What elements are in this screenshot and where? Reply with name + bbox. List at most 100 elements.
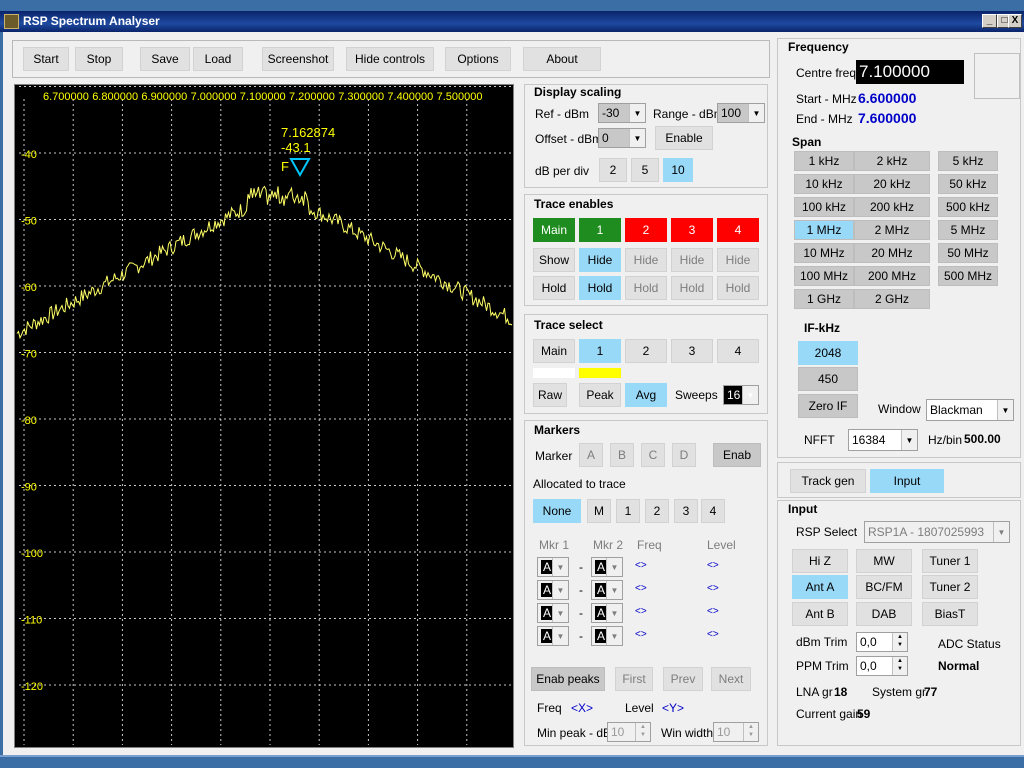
next-button[interactable]: Next bbox=[711, 667, 751, 691]
span-200-khz-button[interactable]: 200 kHz bbox=[854, 197, 930, 217]
ppm-trim-spinner[interactable]: 0,0 ▲ ▼ bbox=[856, 656, 908, 676]
centre-freq-input[interactable]: 7.100000 bbox=[856, 60, 964, 84]
mkr2-select-3[interactable]: A ▼ bbox=[591, 603, 623, 623]
span-50-mhz-button[interactable]: 50 MHz bbox=[938, 243, 998, 263]
alloc-none-button[interactable]: None bbox=[533, 499, 581, 523]
range-dbm-select[interactable]: 100 ▼ bbox=[717, 103, 765, 123]
span-20-mhz-button[interactable]: 20 MHz bbox=[854, 243, 930, 263]
ant-a-button[interactable]: Ant A bbox=[792, 575, 848, 599]
hiz-button[interactable]: Hi Z bbox=[792, 549, 848, 573]
tab-track-gen[interactable]: Track gen bbox=[790, 469, 866, 493]
mkr2-select-2[interactable]: A ▼ bbox=[591, 580, 623, 600]
marker-triangle-icon[interactable] bbox=[289, 158, 311, 178]
trace-enable-1[interactable]: 1 bbox=[579, 218, 621, 242]
dab-button[interactable]: DAB bbox=[856, 602, 912, 626]
trace-select-main[interactable]: Main bbox=[533, 339, 575, 363]
start-button[interactable]: Start bbox=[23, 47, 69, 71]
bcfm-button[interactable]: BC/FM bbox=[856, 575, 912, 599]
minimize-button[interactable]: _ bbox=[982, 14, 997, 28]
alloc-3-button[interactable]: 3 bbox=[674, 499, 698, 523]
alloc-m-button[interactable]: M bbox=[587, 499, 611, 523]
sweeps-select[interactable]: 16 ▼ bbox=[723, 385, 759, 405]
ant-b-button[interactable]: Ant B bbox=[792, 602, 848, 626]
rsp-select[interactable]: RSP1A - 1807025993 ▼ bbox=[864, 521, 1010, 543]
spectrum-plot[interactable]: 6.700000 6.800000 6.900000 7.000000 7.100000… bbox=[14, 84, 514, 748]
marker-d-button[interactable]: D bbox=[672, 443, 696, 467]
trace-enable-3[interactable]: 3 bbox=[671, 218, 713, 242]
options-button[interactable]: Options bbox=[445, 47, 511, 71]
spinner-arrows-icon[interactable]: ▲ ▼ bbox=[892, 657, 907, 675]
enable-button[interactable]: Enable bbox=[655, 126, 713, 150]
alloc-4-button[interactable]: 4 bbox=[701, 499, 725, 523]
tuner2-button[interactable]: Tuner 2 bbox=[922, 575, 978, 599]
hold-4-button[interactable]: Hold bbox=[717, 276, 759, 300]
span-500-mhz-button[interactable]: 500 MHz bbox=[938, 266, 998, 286]
span-5-khz-button[interactable]: 5 kHz bbox=[938, 151, 998, 171]
dbdiv-10-button[interactable]: 10 bbox=[663, 158, 693, 182]
mkr1-select-3[interactable]: A ▼ bbox=[537, 603, 569, 623]
spinner-arrows-icon[interactable]: ▲ ▼ bbox=[892, 633, 907, 651]
offset-dbm-select[interactable]: 0 ▼ bbox=[598, 128, 646, 148]
hide-1-button[interactable]: Hide bbox=[579, 248, 621, 272]
marker-c-button[interactable]: C bbox=[641, 443, 665, 467]
span-100-mhz-button[interactable]: 100 MHz bbox=[794, 266, 854, 286]
hide-2-button[interactable]: Hide bbox=[625, 248, 667, 272]
trace-select-4[interactable]: 4 bbox=[717, 339, 759, 363]
span-1-khz-button[interactable]: 1 kHz bbox=[794, 151, 854, 171]
stop-button[interactable]: Stop bbox=[75, 47, 123, 71]
span-100-khz-button[interactable]: 100 kHz bbox=[794, 197, 854, 217]
hold-3-button[interactable]: Hold bbox=[671, 276, 713, 300]
spinner-arrows-icon[interactable]: ▲ ▼ bbox=[743, 723, 758, 741]
markers-enab-button[interactable]: Enab bbox=[713, 443, 761, 467]
span-200-mhz-button[interactable]: 200 MHz bbox=[854, 266, 930, 286]
show-main-button[interactable]: Show bbox=[533, 248, 575, 272]
dbdiv-2-button[interactable]: 2 bbox=[599, 158, 627, 182]
hide-4-button[interactable]: Hide bbox=[717, 248, 759, 272]
alloc-2-button[interactable]: 2 bbox=[645, 499, 669, 523]
trace-enable-2[interactable]: 2 bbox=[625, 218, 667, 242]
mkr1-select-1[interactable]: A ▼ bbox=[537, 557, 569, 577]
span-2-ghz-button[interactable]: 2 GHz bbox=[854, 289, 930, 309]
window-select[interactable]: Blackman ▼ bbox=[926, 399, 1014, 421]
about-button[interactable]: About bbox=[523, 47, 601, 71]
win-width-spinner[interactable]: 10 ▲ ▼ bbox=[713, 722, 759, 742]
trace-select-1[interactable]: 1 bbox=[579, 339, 621, 363]
avg-button[interactable]: Avg bbox=[625, 383, 667, 407]
if-2048-button[interactable]: 2048 bbox=[798, 341, 858, 365]
close-button[interactable]: X bbox=[1008, 14, 1022, 28]
zero-if-button[interactable]: Zero IF bbox=[798, 394, 858, 418]
span-500-khz-button[interactable]: 500 kHz bbox=[938, 197, 998, 217]
ref-dbm-select[interactable]: -30 ▼ bbox=[598, 103, 646, 123]
alloc-1-button[interactable]: 1 bbox=[616, 499, 640, 523]
marker-a-button[interactable]: A bbox=[579, 443, 603, 467]
biast-button[interactable]: BiasT bbox=[922, 602, 978, 626]
prev-button[interactable]: Prev bbox=[663, 667, 703, 691]
tab-input[interactable]: Input bbox=[870, 469, 944, 493]
hold-2-button[interactable]: Hold bbox=[625, 276, 667, 300]
span-10-khz-button[interactable]: 10 kHz bbox=[794, 174, 854, 194]
trace-select-2[interactable]: 2 bbox=[625, 339, 667, 363]
span-5-mhz-button[interactable]: 5 MHz bbox=[938, 220, 998, 240]
mkr1-select-4[interactable]: A ▼ bbox=[537, 626, 569, 646]
min-peak-spinner[interactable]: 10 ▲ ▼ bbox=[607, 722, 651, 742]
title-bar[interactable]: RSP Spectrum Analyser _ □ X bbox=[0, 11, 1024, 32]
span-10-mhz-button[interactable]: 10 MHz bbox=[794, 243, 854, 263]
enab-peaks-button[interactable]: Enab peaks bbox=[531, 667, 605, 691]
hide-controls-button[interactable]: Hide controls bbox=[346, 47, 434, 71]
span-1-ghz-button[interactable]: 1 GHz bbox=[794, 289, 854, 309]
span-2-khz-button[interactable]: 2 kHz bbox=[854, 151, 930, 171]
span-50-khz-button[interactable]: 50 kHz bbox=[938, 174, 998, 194]
screenshot-button[interactable]: Screenshot bbox=[262, 47, 334, 71]
mkr2-select-1[interactable]: A ▼ bbox=[591, 557, 623, 577]
tuner1-button[interactable]: Tuner 1 bbox=[922, 549, 978, 573]
nfft-select[interactable]: 16384 ▼ bbox=[848, 429, 918, 451]
load-button[interactable]: Load bbox=[193, 47, 243, 71]
spinner-arrows-icon[interactable]: ▲ ▼ bbox=[635, 723, 650, 741]
span-1-mhz-button[interactable]: 1 MHz bbox=[794, 220, 854, 240]
mw-button[interactable]: MW bbox=[856, 549, 912, 573]
hold-main-button[interactable]: Hold bbox=[533, 276, 575, 300]
save-button[interactable]: Save bbox=[140, 47, 190, 71]
trace-enable-main[interactable]: Main bbox=[533, 218, 575, 242]
hide-3-button[interactable]: Hide bbox=[671, 248, 713, 272]
peak-button[interactable]: Peak bbox=[579, 383, 621, 407]
